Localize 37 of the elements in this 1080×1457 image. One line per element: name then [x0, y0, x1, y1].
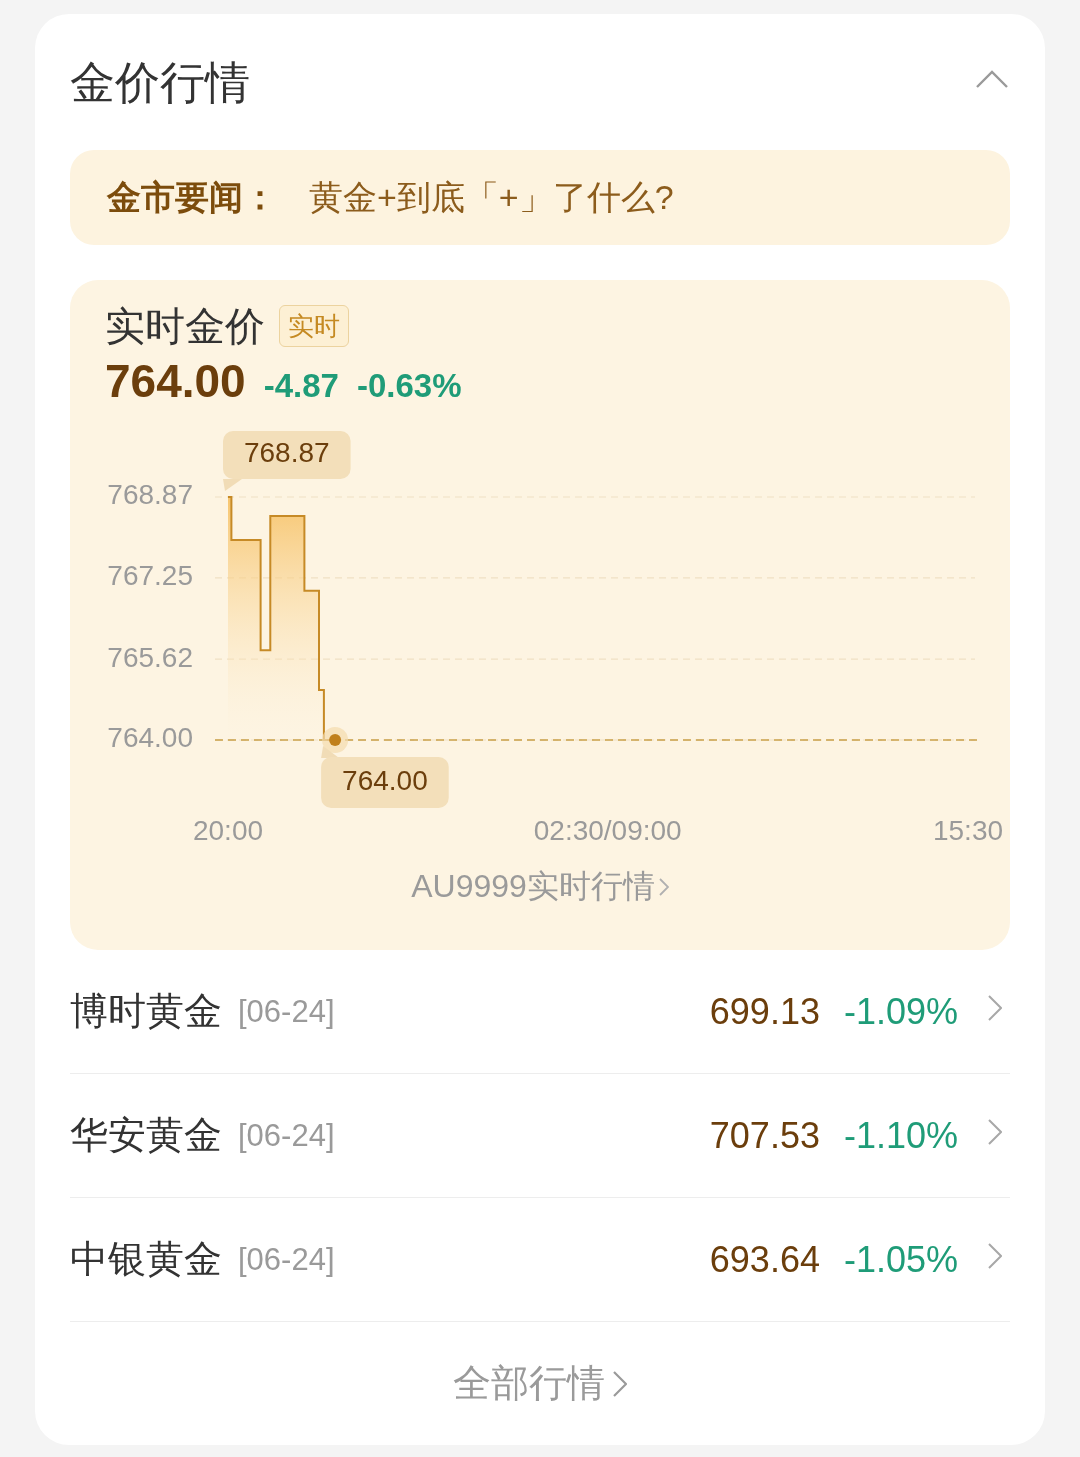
y-axis-label: 768.87 — [107, 479, 193, 511]
realtime-quote-link[interactable]: AU9999实时行情 — [411, 865, 669, 909]
news-label: 金市要闻： — [107, 176, 277, 218]
price-dot-icon — [322, 727, 349, 753]
percent-change: -0.63% — [356, 367, 462, 405]
live-badge: 实时 — [279, 305, 349, 347]
fund-price: 699.13 — [709, 990, 820, 1033]
y-axis-label: 767.25 — [107, 560, 193, 592]
x-axis-label: 20:00 — [192, 815, 264, 847]
current-price: 764.00 — [105, 354, 246, 408]
chart-title: 实时金价 — [105, 302, 265, 350]
chevron-right-icon — [613, 1370, 627, 1397]
chevron-right-icon[interactable] — [988, 994, 1002, 1021]
x-axis-label: 15:30 — [932, 815, 1004, 847]
news-banner[interactable]: 金市要闻： 黄金+到底「+」了什么? — [70, 150, 1010, 245]
fund-price: 693.64 — [709, 1238, 820, 1281]
fund-date: [06-24] — [238, 1241, 335, 1278]
fund-change: -1.09% — [843, 990, 958, 1033]
fund-change: -1.05% — [843, 1238, 958, 1281]
y-axis-label: 765.62 — [107, 641, 193, 673]
fund-date: [06-24] — [238, 993, 335, 1030]
all-quotes-link[interactable]: 全部行情 — [453, 1358, 627, 1409]
fund-name: 中银黄金 — [70, 1237, 222, 1282]
fund-price: 707.53 — [709, 1114, 820, 1157]
chevron-right-icon[interactable] — [988, 1242, 1002, 1269]
chevron-right-icon — [658, 878, 669, 896]
fund-date: [06-24] — [238, 1117, 335, 1154]
fund-name: 华安黄金 — [70, 1113, 222, 1158]
y-axis-label: 764.00 — [107, 722, 193, 754]
chevron-up-icon[interactable] — [976, 70, 1008, 88]
fund-change: -1.10% — [843, 1114, 958, 1157]
fund-name: 博时黄金 — [70, 989, 222, 1034]
news-headline: 黄金+到底「+」了什么? — [309, 176, 674, 218]
price-change: -4.87 — [263, 367, 339, 405]
section-title: 金价行情 — [70, 56, 250, 110]
chevron-right-icon[interactable] — [988, 1118, 1002, 1145]
x-axis-label: 02:30/09:00 — [533, 815, 682, 847]
